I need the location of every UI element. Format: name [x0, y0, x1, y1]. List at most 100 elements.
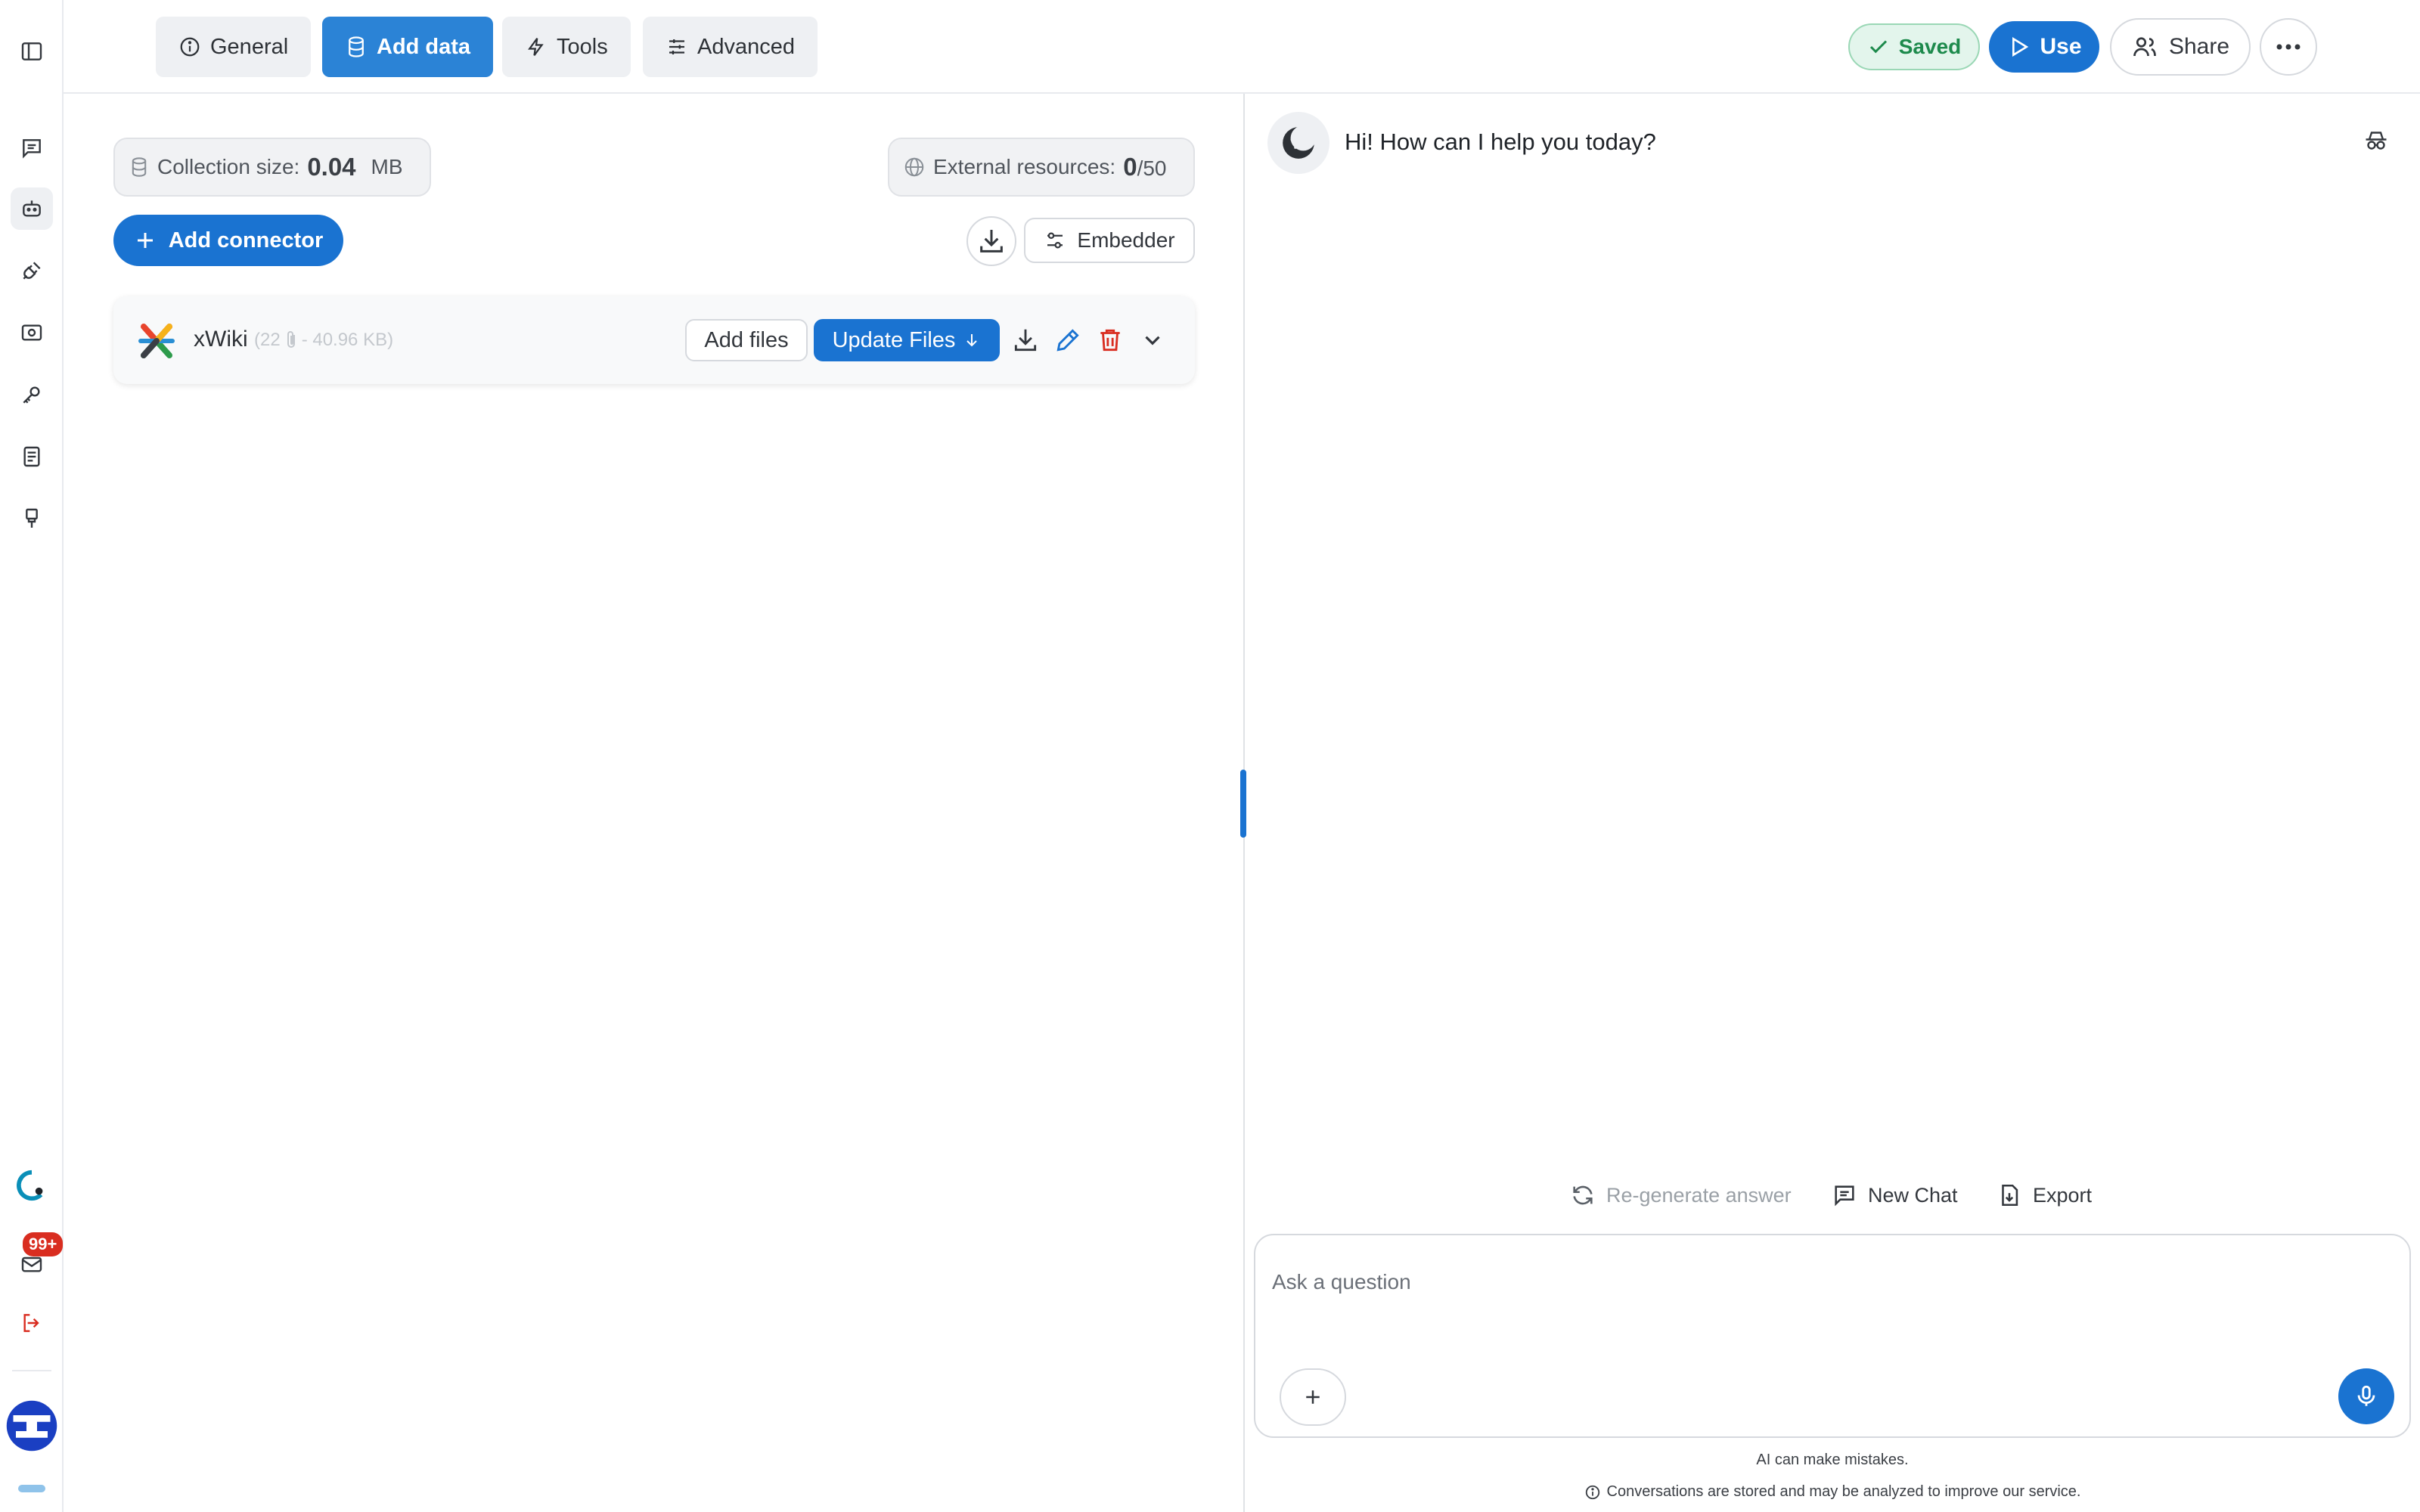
chat-icon — [1835, 1185, 1854, 1207]
embedder-button[interactable]: Embedder — [1024, 218, 1195, 263]
add-connector-button[interactable]: Add connector — [113, 215, 343, 266]
document-icon[interactable] — [11, 435, 53, 478]
external-resources-label: External resources: — [933, 155, 1116, 178]
logout-icon[interactable] — [11, 1302, 53, 1344]
more-horizontal-icon — [2276, 44, 2301, 50]
regenerate-label: Re-generate answer — [1606, 1183, 1792, 1207]
resize-handle[interactable] — [1240, 770, 1246, 838]
question-input[interactable] — [1272, 1252, 2391, 1312]
connector-file-count: (22 — [254, 330, 281, 350]
chat-composer — [1254, 1234, 2411, 1438]
trash-icon — [1100, 329, 1120, 352]
brush-icon[interactable] — [11, 497, 53, 540]
avatar[interactable] — [5, 1399, 59, 1453]
saved-status-badge: Saved — [1848, 23, 1980, 70]
share-label: Share — [2168, 34, 2230, 59]
incognito-icon — [2366, 132, 2387, 150]
download-icon — [1014, 329, 1037, 352]
left-rail: 99+ — [0, 0, 64, 1512]
notification-badge: 99+ — [23, 1232, 64, 1256]
info-icon — [1585, 1485, 1599, 1499]
users-icon — [2133, 37, 2156, 57]
privacy-note: Conversations are stored and may be anal… — [1254, 1483, 2411, 1501]
embedder-label: Embedder — [1077, 228, 1175, 252]
external-resources-value: 0 — [1123, 153, 1137, 181]
delete-connector-button[interactable] — [1094, 324, 1127, 357]
export-label: Export — [2033, 1183, 2093, 1207]
incognito-toggle[interactable] — [2360, 124, 2393, 157]
edit-connector-button[interactable] — [1051, 324, 1084, 357]
tab-label: Advanced — [697, 34, 795, 59]
paperclip-icon — [287, 331, 295, 348]
chat-icon[interactable] — [11, 127, 53, 169]
voice-input-button[interactable] — [2338, 1368, 2394, 1424]
tab-advanced[interactable]: Advanced — [643, 17, 818, 77]
update-files-button[interactable]: Update Files — [814, 319, 1000, 361]
connector-meta: (22 - 40.96 KB) — [254, 330, 393, 351]
settings-sliders-icon — [1047, 232, 1063, 249]
collection-size-pill: Collection size: 0.04 MB — [113, 138, 431, 197]
use-label: Use — [2040, 34, 2082, 59]
download-icon — [980, 230, 1003, 253]
tab-label: General — [210, 34, 289, 59]
collection-size-value: 0.04 — [307, 153, 356, 181]
check-icon — [1869, 40, 1887, 54]
new-chat-button[interactable]: New Chat — [1832, 1182, 1958, 1208]
download-all-button[interactable] — [966, 216, 1016, 266]
use-button[interactable]: Use — [1989, 21, 2099, 73]
external-resources-pill: External resources: 0/50 — [888, 138, 1195, 197]
rail-divider — [12, 1370, 51, 1371]
plus-icon — [137, 233, 153, 248]
plus-icon — [1306, 1390, 1320, 1404]
sidebar-toggle-icon[interactable] — [11, 30, 53, 73]
attach-button[interactable] — [1280, 1368, 1346, 1426]
connector-size: - 40.96 KB) — [301, 330, 394, 350]
assistant-avatar — [1267, 112, 1329, 174]
add-files-label: Add files — [704, 327, 789, 352]
connector-card-xwiki[interactable]: xWiki (22 - 40.96 KB) Add files Update F… — [113, 296, 1195, 384]
assistant-greeting: Hi! How can I help you today? — [1345, 129, 1656, 155]
sliders-icon — [669, 39, 684, 54]
microphone-icon — [2357, 1385, 2375, 1406]
chevron-down-icon — [1145, 336, 1160, 345]
globe-icon — [904, 157, 924, 177]
expand-connector-button[interactable] — [1136, 324, 1169, 357]
saved-label: Saved — [1898, 35, 1962, 58]
collection-size-unit: MB — [371, 155, 403, 178]
brand-logo-icon[interactable] — [11, 1164, 53, 1207]
new-chat-label: New Chat — [1868, 1183, 1958, 1207]
tab-label: Add data — [377, 34, 471, 59]
refresh-icon — [1573, 1185, 1593, 1205]
add-files-button[interactable]: Add files — [685, 319, 808, 361]
database-icon — [349, 36, 364, 57]
key-icon[interactable] — [11, 373, 53, 416]
bot-icon[interactable] — [11, 187, 53, 230]
plugin-icon[interactable] — [11, 249, 53, 292]
bolt-icon — [528, 38, 544, 56]
tab-label: Tools — [557, 34, 608, 59]
collection-size-label: Collection size: — [157, 155, 300, 178]
moon-icon — [1283, 125, 1316, 159]
tab-tools[interactable]: Tools — [502, 17, 631, 77]
file-export-icon — [2002, 1184, 2018, 1207]
connector-name: xWiki — [194, 327, 248, 352]
ai-disclaimer: AI can make mistakes. — [1756, 1452, 1909, 1468]
rail-scroll-indicator — [18, 1485, 45, 1492]
share-button[interactable]: Share — [2110, 18, 2251, 76]
tab-general[interactable]: General — [156, 17, 312, 77]
external-resources-max: /50 — [1137, 156, 1167, 180]
add-connector-label: Add connector — [168, 228, 324, 253]
scan-icon[interactable] — [11, 311, 53, 354]
more-options-button[interactable] — [2260, 18, 2317, 76]
pencil-icon — [1056, 329, 1079, 352]
arrow-down-icon — [966, 334, 978, 347]
tab-add-data[interactable]: Add data — [322, 17, 494, 77]
play-icon — [2012, 36, 2029, 57]
download-connector-button[interactable] — [1009, 324, 1042, 357]
xwiki-logo-icon — [138, 324, 175, 358]
privacy-note-text: Conversations are stored and may be anal… — [1606, 1483, 2081, 1500]
info-icon — [180, 37, 200, 57]
regenerate-button[interactable]: Re-generate answer — [1570, 1182, 1792, 1208]
export-button[interactable]: Export — [1996, 1182, 2092, 1208]
update-files-label: Update Files — [832, 327, 956, 352]
